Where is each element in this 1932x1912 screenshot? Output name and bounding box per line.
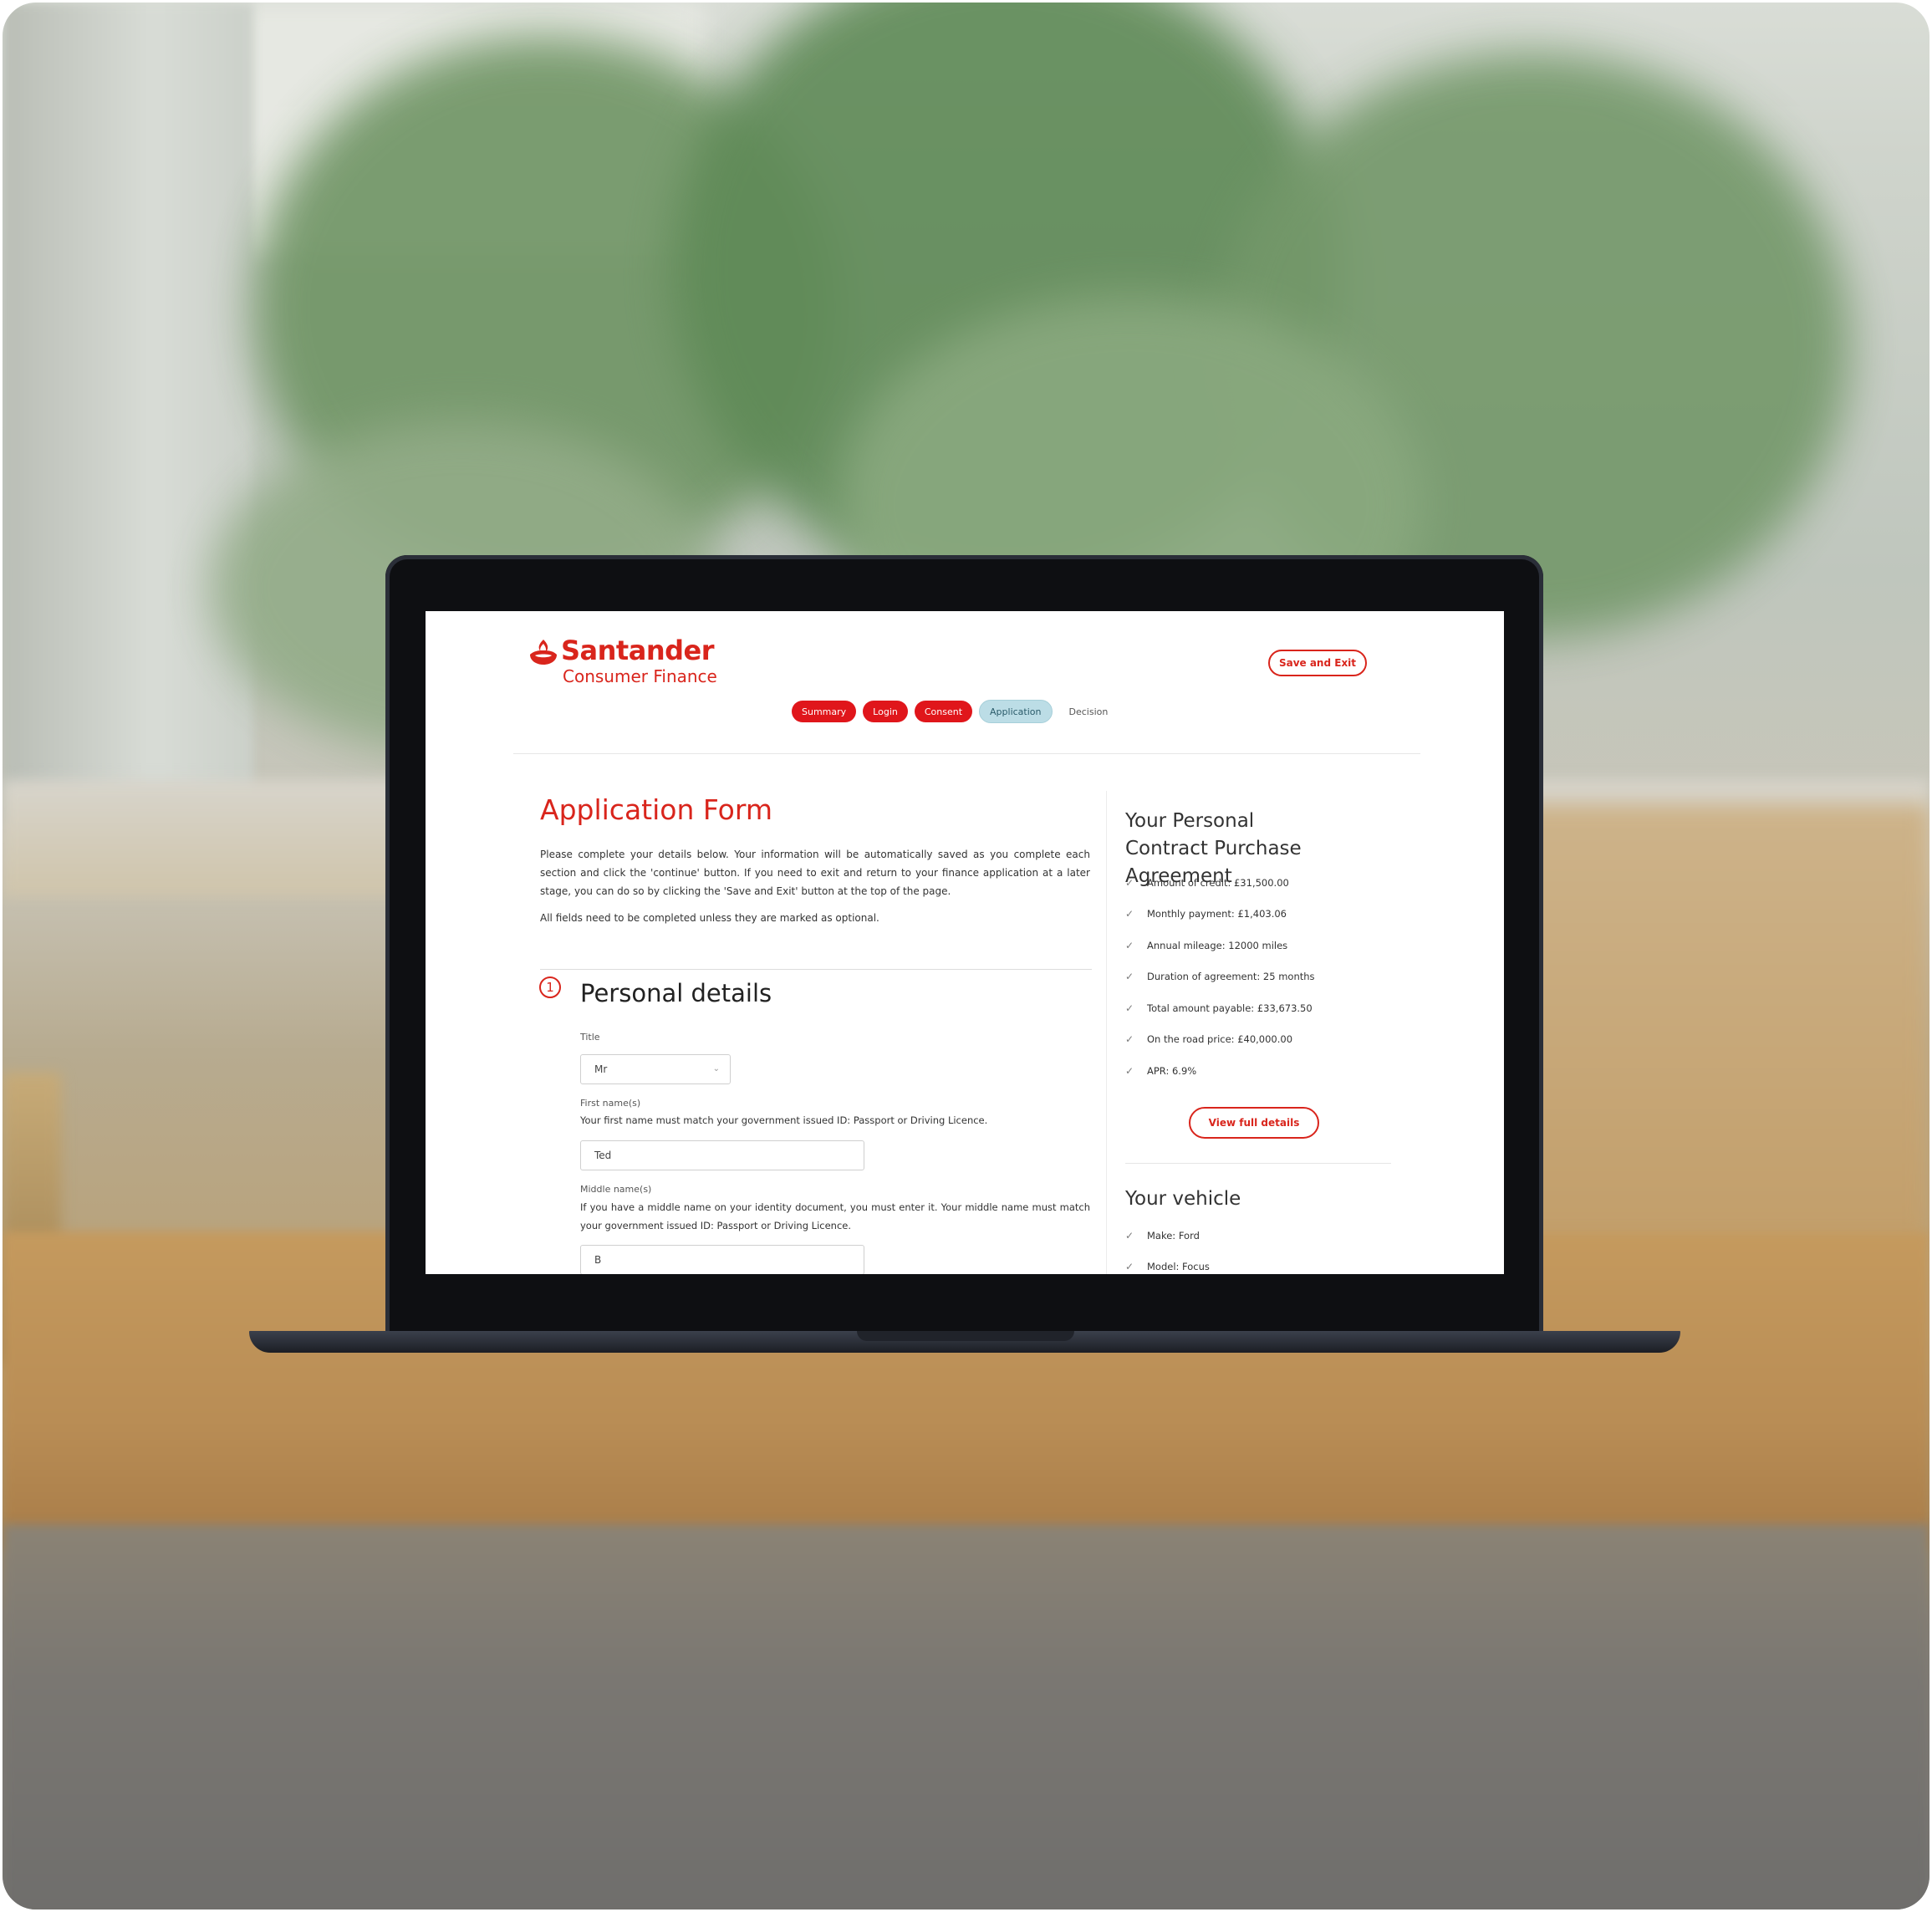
middle-name-help: If you have a middle name on your identi… [580, 1201, 1090, 1231]
check-icon: ✓ [1125, 908, 1134, 920]
list-item: ✓ Monthly payment: £1,403.06 [1125, 899, 1315, 931]
list-item: ✓ Amount of credit: £31,500.00 [1125, 867, 1315, 899]
agreement-item: On the road price: £40,000.00 [1147, 1033, 1293, 1046]
agreement-item: Annual mileage: 12000 miles [1147, 939, 1288, 951]
middle-name-input[interactable]: B [580, 1245, 864, 1274]
agreement-item: Total amount payable: £33,673.50 [1147, 1002, 1313, 1014]
check-icon: ✓ [1125, 1260, 1134, 1272]
section-number-badge: 1 [539, 976, 561, 998]
check-icon: ✓ [1125, 971, 1134, 983]
check-icon: ✓ [1125, 1229, 1134, 1242]
laptop-screen: Santander Consumer Finance Save and Exit… [426, 611, 1504, 1274]
first-name-value: Ted [594, 1150, 612, 1161]
view-full-details-button[interactable]: View full details [1189, 1107, 1319, 1139]
save-and-exit-button[interactable]: Save and Exit [1268, 650, 1367, 676]
first-name-label: First name(s) [580, 1098, 641, 1109]
first-name-help: Your first name must match your governme… [580, 1114, 988, 1126]
required-fields-note: All fields need to be completed unless t… [540, 912, 879, 924]
step-consent[interactable]: Consent [914, 701, 973, 722]
list-item: ✓ Model: Focus [1125, 1251, 1210, 1274]
vehicle-item: Make: Ford [1147, 1229, 1200, 1242]
title-label: Title [580, 1032, 600, 1043]
intro-text: Please complete your details below. Your… [540, 849, 1090, 897]
progress-steps: Summary Login Consent Application Decisi… [792, 700, 1118, 723]
check-icon: ✓ [1125, 1064, 1134, 1077]
step-login[interactable]: Login [863, 701, 908, 722]
list-item: ✓ APR: 6.9% [1125, 1055, 1315, 1087]
chevron-down-icon: ⌄ [712, 1064, 720, 1073]
first-name-input[interactable]: Ted [580, 1140, 864, 1170]
sidebar-divider [1125, 1163, 1391, 1164]
section-divider [540, 969, 1092, 970]
santander-flame-icon [530, 640, 557, 665]
page-title: Application Form [540, 793, 773, 826]
column-divider [1106, 791, 1107, 1274]
section-title: Personal details [580, 979, 772, 1007]
check-icon: ✓ [1125, 939, 1134, 951]
step-application[interactable]: Application [979, 700, 1053, 723]
list-item: ✓ Duration of agreement: 25 months [1125, 961, 1315, 993]
check-icon: ✓ [1125, 1002, 1134, 1014]
header-divider [513, 753, 1420, 754]
middle-name-label: Middle name(s) [580, 1184, 652, 1195]
agreement-item: Monthly payment: £1,403.06 [1147, 908, 1287, 920]
brand-name: Santander [561, 635, 714, 666]
floor [3, 1524, 1929, 1909]
step-summary[interactable]: Summary [792, 701, 857, 722]
title-select[interactable]: Mr ⌄ [580, 1054, 731, 1084]
brand-subtitle: Consumer Finance [563, 666, 717, 686]
window-frame [3, 3, 253, 822]
check-icon: ✓ [1125, 1033, 1134, 1046]
vehicle-item: Model: Focus [1147, 1260, 1210, 1272]
list-item: ✓ Annual mileage: 12000 miles [1125, 930, 1315, 961]
vehicle-title: Your vehicle [1125, 1188, 1241, 1210]
middle-name-value: B [594, 1254, 602, 1266]
check-icon: ✓ [1125, 876, 1134, 889]
list-item: ✓ Total amount payable: £33,673.50 [1125, 992, 1315, 1024]
agreement-item: Amount of credit: £31,500.00 [1147, 876, 1289, 889]
agreement-item: Duration of agreement: 25 months [1147, 971, 1315, 983]
step-decision: Decision [1068, 706, 1109, 717]
agreement-item: APR: 6.9% [1147, 1064, 1197, 1077]
list-item: ✓ On the road price: £40,000.00 [1125, 1024, 1315, 1056]
list-item: ✓ Make: Ford [1125, 1220, 1210, 1251]
laptop-hinge-notch [857, 1331, 1074, 1341]
agreement-list: ✓ Amount of credit: £31,500.00 ✓ Monthly p… [1125, 867, 1315, 1087]
vehicle-list: ✓ Make: Ford ✓ Model: Focus [1125, 1220, 1210, 1274]
title-select-value: Mr [594, 1063, 608, 1075]
